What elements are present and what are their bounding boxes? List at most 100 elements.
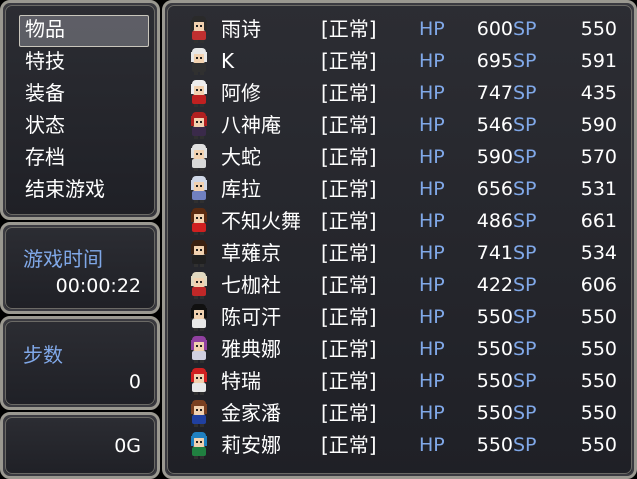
member-status: [正常] — [321, 49, 377, 73]
sp-label: SP — [513, 82, 537, 104]
sp-label: SP — [513, 178, 537, 200]
sp-value: 550 — [580, 306, 617, 328]
sp-value: 591 — [580, 50, 617, 72]
playtime-label: 游戏时间 — [23, 247, 103, 271]
character-sprite-icon — [191, 240, 207, 267]
hp-value: 550 — [476, 370, 513, 392]
member-status: [正常] — [321, 433, 377, 457]
party-member-row[interactable]: 阿修 [正常] HP 747 SP 435 — [165, 77, 637, 109]
sp-value: 550 — [580, 434, 617, 456]
character-sprite-icon — [191, 432, 207, 459]
member-status: [正常] — [321, 145, 377, 169]
menu-item-end-game[interactable]: 结束游戏 — [25, 173, 105, 205]
hp-value: 550 — [476, 338, 513, 360]
menu-item-equip[interactable]: 装备 — [25, 77, 65, 109]
member-name: 陈可汗 — [221, 305, 281, 329]
member-status: [正常] — [321, 401, 377, 425]
sp-label: SP — [513, 402, 537, 424]
sp-value: 531 — [580, 178, 617, 200]
character-sprite-icon — [191, 176, 207, 203]
party-window: 雨诗 [正常] HP 600 SP 550 K [正常] HP 695 SP 591 阿修 [正常] HP 7… — [162, 0, 637, 479]
party-member-row[interactable]: 八神庵 [正常] HP 546 SP 590 — [165, 109, 637, 141]
party-member-row[interactable]: 特瑞 [正常] HP 550 SP 550 — [165, 365, 637, 397]
menu-item-save[interactable]: 存档 — [25, 141, 65, 173]
hp-label: HP — [419, 274, 445, 296]
party-member-row[interactable]: 不知火舞 [正常] HP 486 SP 661 — [165, 205, 637, 237]
character-sprite-icon — [191, 368, 207, 395]
party-member-row[interactable]: 雨诗 [正常] HP 600 SP 550 — [165, 13, 637, 45]
sp-value: 435 — [580, 82, 617, 104]
sp-label: SP — [513, 210, 537, 232]
hp-label: HP — [419, 50, 445, 72]
character-sprite-icon — [191, 16, 207, 43]
party-member-row[interactable]: 陈可汗 [正常] HP 550 SP 550 — [165, 301, 637, 333]
sp-label: SP — [513, 146, 537, 168]
hp-value: 656 — [476, 178, 513, 200]
hp-label: HP — [419, 210, 445, 232]
sp-label: SP — [513, 18, 537, 40]
steps-value: 0 — [128, 371, 141, 393]
hp-label: HP — [419, 434, 445, 456]
party-member-row[interactable]: K [正常] HP 695 SP 591 — [165, 45, 637, 77]
sp-label: SP — [513, 242, 537, 264]
hp-label: HP — [419, 178, 445, 200]
member-status: [正常] — [321, 241, 377, 265]
sp-value: 550 — [580, 338, 617, 360]
member-name: 特瑞 — [221, 369, 261, 393]
member-status: [正常] — [321, 17, 377, 41]
hp-value: 546 — [476, 114, 513, 136]
gold-window: 0G — [0, 412, 160, 479]
character-sprite-icon — [191, 80, 207, 107]
member-name: 八神庵 — [221, 113, 281, 137]
sp-value: 550 — [580, 18, 617, 40]
member-name: 莉安娜 — [221, 433, 281, 457]
hp-label: HP — [419, 18, 445, 40]
hp-value: 747 — [476, 82, 513, 104]
sp-label: SP — [513, 50, 537, 72]
menu-item-skills[interactable]: 特技 — [25, 45, 65, 77]
hp-value: 550 — [476, 434, 513, 456]
hp-label: HP — [419, 306, 445, 328]
party-member-row[interactable]: 金家潘 [正常] HP 550 SP 550 — [165, 397, 637, 429]
character-sprite-icon — [191, 144, 207, 171]
hp-value: 600 — [476, 18, 513, 40]
hp-value: 550 — [476, 306, 513, 328]
sp-value: 550 — [580, 402, 617, 424]
steps-window: 步数 0 — [0, 316, 160, 410]
party-member-row[interactable]: 莉安娜 [正常] HP 550 SP 550 — [165, 429, 637, 461]
character-sprite-icon — [191, 400, 207, 427]
sp-label: SP — [513, 306, 537, 328]
sp-label: SP — [513, 338, 537, 360]
member-name: 库拉 — [221, 177, 261, 201]
hp-label: HP — [419, 82, 445, 104]
party-member-row[interactable]: 草薙京 [正常] HP 741 SP 534 — [165, 237, 637, 269]
playtime-window: 游戏时间 00:00:22 — [0, 222, 160, 314]
menu-item-status[interactable]: 状态 — [25, 109, 65, 141]
hp-value: 695 — [476, 50, 513, 72]
member-name: 草薙京 — [221, 241, 281, 265]
hp-value: 422 — [476, 274, 513, 296]
hp-label: HP — [419, 114, 445, 136]
hp-label: HP — [419, 402, 445, 424]
menu-item-items[interactable]: 物品 — [25, 13, 65, 45]
member-name: 七枷社 — [221, 273, 281, 297]
character-sprite-icon — [191, 208, 207, 235]
hp-value: 741 — [476, 242, 513, 264]
party-member-row[interactable]: 库拉 [正常] HP 656 SP 531 — [165, 173, 637, 205]
sp-label: SP — [513, 114, 537, 136]
party-member-row[interactable]: 大蛇 [正常] HP 590 SP 570 — [165, 141, 637, 173]
party-member-row[interactable]: 雅典娜 [正常] HP 550 SP 550 — [165, 333, 637, 365]
member-status: [正常] — [321, 81, 377, 105]
sp-value: 534 — [580, 242, 617, 264]
gold-value: 0G — [114, 435, 141, 457]
party-member-row[interactable]: 七枷社 [正常] HP 422 SP 606 — [165, 269, 637, 301]
character-sprite-icon — [191, 48, 207, 75]
sp-label: SP — [513, 434, 537, 456]
character-sprite-icon — [191, 304, 207, 331]
hp-label: HP — [419, 370, 445, 392]
hp-value: 590 — [476, 146, 513, 168]
sp-value: 606 — [580, 274, 617, 296]
hp-label: HP — [419, 242, 445, 264]
sp-label: SP — [513, 274, 537, 296]
member-status: [正常] — [321, 209, 377, 233]
